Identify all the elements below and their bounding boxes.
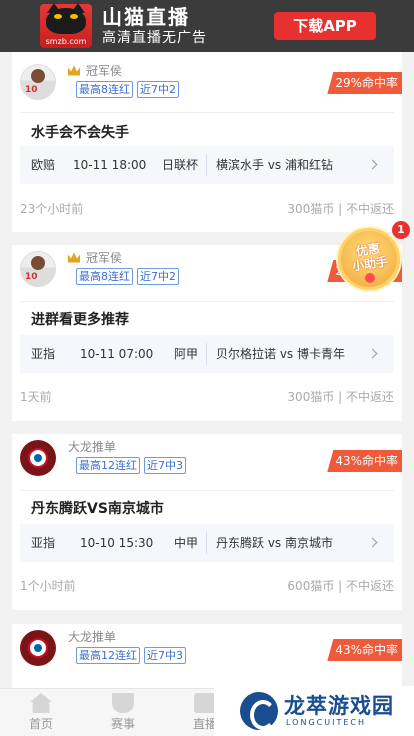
hit-rate-badge: 29%命中率 [327, 72, 402, 94]
price-label: 300猫币 | 不中返还 [287, 390, 394, 404]
banner-subtitle: 高清直播无广告 [102, 30, 207, 46]
recent-tag: 近7中2 [137, 81, 179, 98]
club-crest-icon [28, 638, 48, 658]
nav-item-home[interactable]: 首页 [16, 693, 66, 732]
trophy-icon [112, 693, 134, 713]
price-label: 600猫币 | 不中返还 [287, 579, 394, 593]
gift-icon [365, 273, 375, 283]
app-logo: smzb.com [40, 4, 92, 48]
match-teams: 横滨水手 vs 浦和红钻 [216, 158, 333, 172]
promo-text: 优惠 小助手 [351, 241, 389, 274]
tip-title[interactable]: 丹东腾跃VS南京城市 [31, 498, 164, 518]
chevron-right-icon [367, 348, 378, 359]
tipster-name: 大龙推单 [68, 630, 117, 644]
lynx-logo-icon [46, 4, 86, 34]
tip-title[interactable]: 水手会不会失手 [31, 122, 129, 142]
tipster-avatar[interactable] [20, 630, 56, 666]
match-row[interactable]: 欧赔 10-11 18:00 日联杯 横滨水手 vs 浦和红钻 [20, 146, 394, 184]
match-teams: 贝尔格拉诺 vs 博卡青年 [216, 347, 345, 361]
post-time: 1个小时前 [20, 579, 76, 593]
tip-card[interactable]: 大龙推单 最高12连红 近7中3 43%命中率 [12, 624, 402, 688]
live-icon [194, 693, 216, 713]
banner-title: 山猫直播 [102, 5, 190, 29]
tipster-name: 冠军侯 [68, 62, 122, 79]
streak-tag: 最高12连红 [76, 647, 140, 664]
tipster-tags: 最高8连红 近7中2 [76, 268, 183, 285]
notification-badge: 1 [392, 221, 410, 239]
streak-tag: 最高8连红 [76, 81, 133, 98]
nav-label: 赛事 [110, 717, 135, 731]
match-time: 10-11 18:00 [73, 158, 147, 172]
league-name: 阿甲 [174, 347, 199, 361]
league-name: 中甲 [174, 536, 199, 550]
recent-tag: 近7中3 [144, 647, 186, 664]
tipster-tags: 最高12连红 近7中3 [76, 457, 190, 474]
chevron-right-icon [367, 159, 378, 170]
league-name: 日联杯 [162, 158, 199, 172]
match-teams: 丹东腾跃 vs 南京城市 [216, 536, 333, 550]
tipster-name: 大龙推单 [68, 440, 117, 454]
recent-tag: 近7中2 [137, 268, 179, 285]
app-download-banner[interactable]: smzb.com 山猫直播 高清直播无广告 下载APP [0, 0, 414, 52]
odds-type: 亚指 [31, 347, 56, 361]
watermark-subtitle: LONGCUITECH [286, 718, 366, 727]
streak-tag: 最高12连红 [76, 457, 140, 474]
banner-text: 山猫直播 高清直播无广告 [102, 5, 207, 47]
tipster-name: 冠军侯 [68, 249, 122, 266]
match-row[interactable]: 亚指 10-10 15:30 中甲 丹东腾跃 vs 南京城市 [20, 524, 394, 562]
tipster-avatar[interactable] [20, 64, 56, 100]
hit-rate-badge: 43%命中率 [327, 450, 402, 472]
odds-type: 欧赔 [31, 158, 56, 172]
tip-card[interactable]: 大龙推单 最高12连红 近7中3 43%命中率 丹东腾跃VS南京城市 亚指 10… [12, 434, 402, 610]
watermark-logo-icon [240, 692, 278, 730]
match-time: 10-10 15:30 [80, 536, 154, 550]
club-crest-icon [28, 448, 48, 468]
post-time: 1天前 [20, 390, 52, 404]
crown-icon [68, 65, 80, 76]
crown-icon [68, 252, 80, 263]
nav-item-matches[interactable]: 赛事 [98, 693, 148, 732]
chevron-right-icon [367, 537, 378, 548]
nav-label: 首页 [28, 717, 53, 731]
odds-type: 亚指 [31, 536, 56, 550]
post-time: 23个小时前 [20, 202, 84, 216]
hit-rate-badge: 43%命中率 [327, 639, 402, 661]
site-watermark: 龙萃游戏园 LONGCUITECH [214, 686, 414, 736]
download-app-button[interactable]: 下载APP [274, 12, 376, 40]
promo-assistant-button[interactable]: 优惠 小助手 [338, 228, 400, 290]
match-row[interactable]: 亚指 10-11 07:00 阿甲 贝尔格拉诺 vs 博卡青年 [20, 335, 394, 373]
recent-tag: 近7中3 [144, 457, 186, 474]
streak-tag: 最高8连红 [76, 268, 133, 285]
tipster-tags: 最高8连红 近7中2 [76, 81, 183, 98]
watermark-title: 龙萃游戏园 [284, 694, 394, 718]
tip-card[interactable]: 冠军侯 最高8连红 近7中2 29%命中率 水手会不会失手 欧赔 10-11 1… [12, 52, 402, 232]
price-label: 300猫币 | 不中返还 [287, 202, 394, 216]
home-icon [30, 693, 52, 713]
tipster-avatar[interactable] [20, 440, 56, 476]
match-time: 10-11 07:00 [80, 347, 154, 361]
tipster-avatar[interactable] [20, 251, 56, 287]
tipster-tags: 最高12连红 近7中3 [76, 647, 190, 664]
logo-domain-text: smzb.com [45, 37, 87, 46]
tip-title[interactable]: 进群看更多推荐 [31, 309, 129, 329]
